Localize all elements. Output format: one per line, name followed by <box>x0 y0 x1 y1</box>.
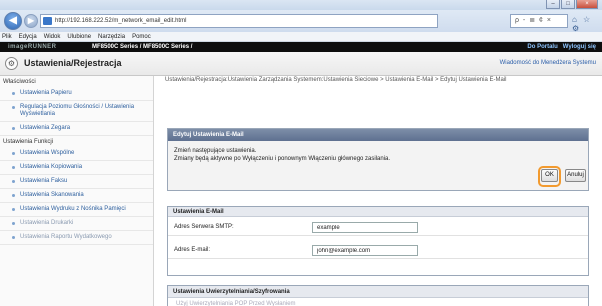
window-titlebar: – □ × <box>0 0 602 10</box>
settings-gear-icon: ⚙ <box>5 57 18 70</box>
smtp-row: Adres Serwera SMTP: <box>168 220 588 236</box>
sidebar-item-fax[interactable]: Ustawienia Faksu <box>0 175 153 189</box>
close-icon[interactable]: × <box>576 0 598 9</box>
window-controls: – □ × <box>546 0 598 9</box>
menu-help[interactable]: Pomoc <box>132 32 151 41</box>
bullet-icon <box>12 194 15 197</box>
menu-view[interactable]: Widok <box>44 32 61 41</box>
menu-tools[interactable]: Narzędzia <box>98 32 125 41</box>
page-title: Ustawienia/Rejestracja <box>24 58 122 68</box>
menu-edit[interactable]: Edycja <box>19 32 37 41</box>
sidebar-item-printer[interactable]: Ustawienia Drukarki <box>0 217 153 231</box>
portal-link[interactable]: Do Portalu <box>527 44 557 50</box>
bullet-icon <box>12 152 15 155</box>
address-text: http://192.168.222.52/m_network_email_ed… <box>55 18 187 24</box>
sidebar-item-report[interactable]: Ustawienia Raportu Wydatkowego <box>0 231 153 245</box>
address-tools[interactable]: ρ - ≣ ¢ × <box>510 14 568 28</box>
browser-tool-icons[interactable]: ⌂ ☆ ⚙ <box>572 15 602 33</box>
back-button[interactable]: ◀ <box>4 12 22 30</box>
logout-link[interactable]: Wyloguj się <box>563 44 596 50</box>
bullet-icon <box>12 236 15 239</box>
email-settings-panel: Ustawienia E-Mail Adres Serwera SMTP: Ad… <box>167 206 589 276</box>
bullet-icon <box>12 208 15 211</box>
page-header: ⚙ Ustawienia/Rejestracja Wiadomość do Me… <box>0 52 602 76</box>
auth-settings-title: Ustawienia Uwierzytelniania/Szyfrowania <box>168 286 588 298</box>
sidebar-item-copy[interactable]: Ustawienia Kopiowania <box>0 161 153 175</box>
address-bar[interactable]: http://192.168.222.52/m_network_email_ed… <box>40 14 438 28</box>
auth-settings-panel: Ustawienia Uwierzytelniania/Szyfrowania … <box>167 285 589 306</box>
pop-auth-option[interactable]: Użyj Uwierzytelniania POP Przed Wysłanie… <box>168 298 588 306</box>
menu-file[interactable]: Plik <box>2 32 12 41</box>
smtp-server-input[interactable] <box>312 222 418 233</box>
bullet-icon <box>12 180 15 183</box>
sidebar-item-common[interactable]: Ustawienia Wspólne <box>0 147 153 161</box>
edit-panel-message: Zmień następujące ustawienia. Zmiany będ… <box>174 148 391 162</box>
sidebar-item-volume[interactable]: Regulacja Poziomu Głośności / Ustawienia… <box>0 101 153 122</box>
panels-area: Edytuj Ustawienia E-Mail Zmień następują… <box>155 76 602 306</box>
ok-button[interactable]: OK <box>541 169 558 182</box>
edit-email-panel: Edytuj Ustawienia E-Mail Zmień następują… <box>167 128 589 191</box>
maximize-icon[interactable]: □ <box>561 0 575 9</box>
bullet-icon <box>12 127 15 130</box>
menu-favorites[interactable]: Ulubione <box>67 32 91 41</box>
sidebar-item-clock[interactable]: Ustawienia Zegara <box>0 122 153 136</box>
email-row: Adres E-mail: <box>168 243 588 259</box>
bullet-icon <box>12 166 15 169</box>
smtp-label: Adres Serwera SMTP: <box>174 224 234 230</box>
sidebar-item-paper[interactable]: Ustawienia Papieru <box>0 87 153 101</box>
bullet-icon <box>12 92 15 95</box>
message-to-admin-link[interactable]: Wiadomość do Menedżera Systemu <box>500 60 596 66</box>
forward-button[interactable]: ▶ <box>24 14 38 28</box>
browser-navbar: ◀ ▶ http://192.168.222.52/m_network_emai… <box>0 10 602 33</box>
minimize-icon[interactable]: – <box>546 0 560 9</box>
edit-panel-title: Edytuj Ustawienia E-Mail <box>168 129 588 141</box>
email-label: Adres E-mail: <box>174 247 211 253</box>
sidebar-item-media-print[interactable]: Ustawienia Wydruku z Nośnika Pamięci <box>0 203 153 217</box>
site-favicon-icon <box>43 17 52 25</box>
sidebar-heading: Ustawienia Funkcji <box>3 139 54 145</box>
portal-links: Do Portalu Wyloguj się <box>527 42 596 52</box>
email-settings-title: Ustawienia E-Mail <box>168 207 588 217</box>
bullet-icon <box>12 106 15 109</box>
sidebar: Właściwości Ustawienia Papieru Regulacja… <box>0 76 154 306</box>
menu-bar: Plik Edycja Widok Ulubione Narzędzia Pom… <box>0 32 602 42</box>
device-model: MF8500C Series / MF8500C Series / <box>92 44 193 50</box>
device-bar: imageRUNNER MF8500C Series / MF8500C Ser… <box>0 42 602 52</box>
bullet-icon <box>12 222 15 225</box>
sidebar-heading: Właściwości <box>3 79 36 85</box>
device-logo: imageRUNNER <box>8 44 57 50</box>
cancel-button[interactable]: Anuluj <box>565 169 586 182</box>
email-address-input[interactable] <box>312 245 418 256</box>
sidebar-item-scan[interactable]: Ustawienia Skanowania <box>0 189 153 203</box>
